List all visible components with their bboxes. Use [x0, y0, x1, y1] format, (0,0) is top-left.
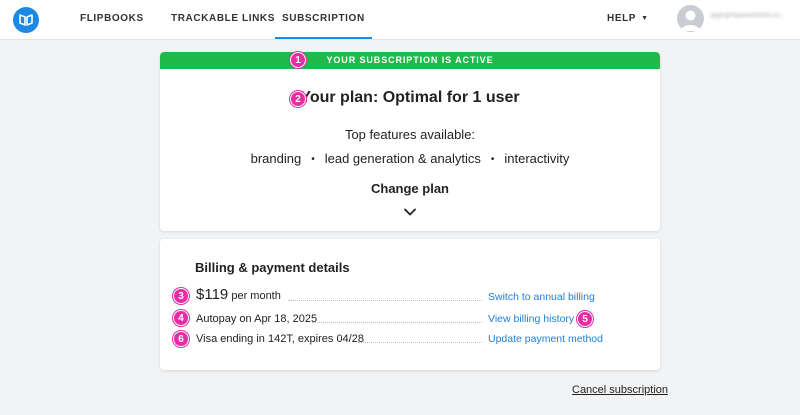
chevron-down-icon[interactable] [402, 204, 418, 220]
tab-flipbooks[interactable]: FLIPBOOKS [80, 0, 144, 39]
annotation-badge: 2 [290, 91, 306, 107]
annotation-badge: 6 [173, 331, 189, 347]
top-nav: FLIPBOOKS TRACKABLE LINKS SUBSCRIPTION H… [0, 0, 800, 40]
annotation-badge: 1 [290, 52, 306, 68]
help-menu-button[interactable]: HELP ▼ [607, 0, 649, 39]
features-heading: Top features available: [344, 127, 476, 142]
dotted-leader [358, 342, 482, 343]
billing-title: Billing & payment details [195, 260, 350, 275]
bullet-separator: • [490, 154, 495, 165]
dotted-leader [288, 300, 482, 301]
tab-subscription[interactable]: SUBSCRIPTION [275, 0, 372, 39]
bullet-separator: • [311, 154, 315, 165]
caret-down-icon: ▼ [641, 15, 649, 22]
card-label: Visa ending in 142T, expires 04/28 [196, 333, 364, 345]
cancel-subscription-link[interactable]: Cancel subscription [572, 384, 668, 396]
price-amount: $119 [196, 286, 229, 303]
view-billing-history-link[interactable]: View billing history [488, 313, 574, 325]
dotted-leader [312, 322, 482, 323]
book-logo-icon[interactable] [13, 7, 39, 33]
billing-row-card: Visa ending in 142T, expires 04/28 Updat… [160, 329, 660, 347]
annotation-badge: 5 [577, 311, 593, 327]
annotation-badge: 4 [173, 310, 189, 326]
price-period: per month [231, 290, 281, 302]
autopay-label: Autopay on Apr 18, 2025 [196, 313, 318, 325]
feature-item: branding [250, 151, 302, 166]
billing-row-price: $119 per month Switch to annual billing [160, 286, 660, 305]
annotation-badge: 3 [173, 288, 189, 304]
feature-item: lead generation & analytics [324, 151, 481, 166]
feature-item: interactivity [504, 151, 570, 166]
features-list: branding • lead generation & analytics • int… [160, 151, 660, 166]
change-plan-button[interactable]: Change plan [160, 181, 660, 196]
user-avatar-icon[interactable] [677, 5, 704, 32]
price-label: $119 per month [196, 286, 281, 303]
billing-card: Billing & payment details $119 per month… [160, 239, 660, 370]
account-email[interactable]: spgm@heyteamkinrelo.co... [710, 13, 796, 23]
update-payment-method-link[interactable]: Update payment method [488, 333, 603, 345]
plan-title-text: Your plan: Optimal for 1 user [300, 89, 520, 106]
switch-annual-billing-link[interactable]: Switch to annual billing [488, 291, 595, 303]
plan-card: YOUR SUBSCRIPTION IS ACTIVE Your plan: O… [160, 52, 660, 231]
help-label: HELP [607, 13, 637, 24]
subscription-status-banner: YOUR SUBSCRIPTION IS ACTIVE [160, 52, 660, 69]
plan-title: Your plan: Optimal for 1 user [160, 89, 660, 107]
tab-trackable-links[interactable]: TRACKABLE LINKS [171, 0, 275, 39]
